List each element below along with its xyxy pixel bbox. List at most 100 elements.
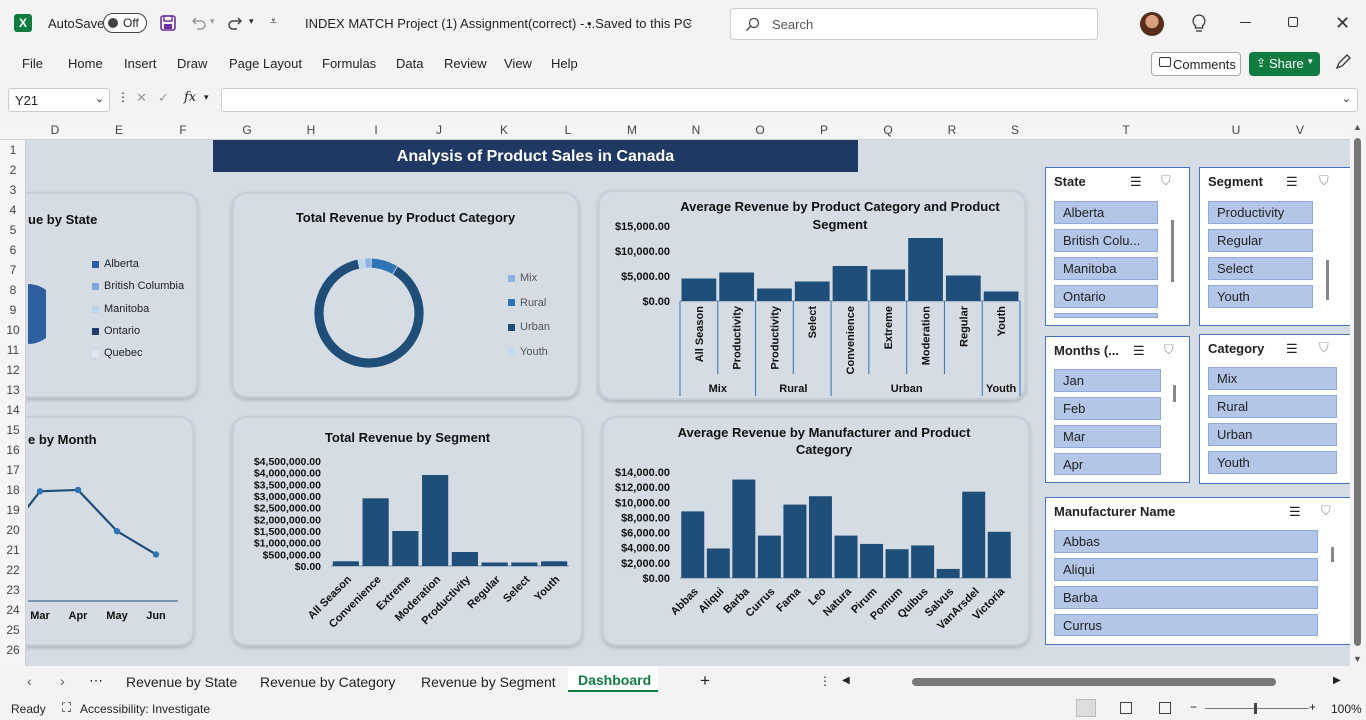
row-header[interactable]: 25 xyxy=(0,623,26,637)
column-header[interactable]: Q xyxy=(880,123,896,137)
row-header[interactable]: 10 xyxy=(0,323,26,337)
scroll-up-icon[interactable]: ▲ xyxy=(1353,122,1362,132)
scroll-down-icon[interactable]: ▼ xyxy=(1353,654,1362,664)
slicer-item-youth[interactable]: Youth xyxy=(1208,451,1337,474)
column-header[interactable]: G xyxy=(239,123,255,137)
column-header[interactable]: H xyxy=(303,123,319,137)
row-header[interactable]: 3 xyxy=(0,183,26,197)
multi-select-icon[interactable]: ☰ xyxy=(1130,174,1142,190)
zoom-level[interactable]: 100% xyxy=(1331,702,1362,716)
row-header[interactable]: 11 xyxy=(0,343,26,357)
multi-select-icon[interactable]: ☰ xyxy=(1133,343,1145,359)
row-header[interactable]: 20 xyxy=(0,523,26,537)
column-header[interactable]: M xyxy=(624,123,640,137)
row-header[interactable]: 17 xyxy=(0,463,26,477)
fx-chevron-icon[interactable]: ▾ xyxy=(204,92,209,103)
scroll-thumb[interactable] xyxy=(1354,138,1361,646)
slicer-item-abbas[interactable]: Abbas xyxy=(1054,530,1318,553)
cancel-formula-icon[interactable]: ✕ xyxy=(136,90,147,106)
slicer-item-rural[interactable]: Rural xyxy=(1208,395,1337,418)
slicer-item-aliqui[interactable]: Aliqui xyxy=(1054,558,1318,581)
slicer-item-british-columbia[interactable]: British Colu... xyxy=(1054,229,1158,252)
avatar[interactable] xyxy=(1140,12,1164,36)
slicer-item-youth[interactable]: Youth xyxy=(1208,285,1313,308)
card-revenue-by-category[interactable]: Total Revenue by Product Category Mix Rur… xyxy=(232,192,579,398)
menu-file[interactable]: File xyxy=(22,56,43,71)
fx-button[interactable]: fx xyxy=(184,90,196,105)
multi-select-icon[interactable]: ☰ xyxy=(1286,174,1298,190)
normal-view-icon[interactable] xyxy=(1076,699,1096,717)
more-options-icon[interactable]: ⋮ xyxy=(117,90,129,104)
hscroll-left-icon[interactable]: ◀ xyxy=(842,675,850,686)
clear-filter-icon[interactable]: ⛉ xyxy=(1319,173,1329,189)
card-revenue-by-segment[interactable]: Total Revenue by Segment $4,500,000.00 $4… xyxy=(232,416,583,646)
row-header[interactable]: 15 xyxy=(0,423,26,437)
row-header[interactable]: 5 xyxy=(0,223,26,237)
row-header[interactable]: 22 xyxy=(0,563,26,577)
row-header[interactable]: 9 xyxy=(0,303,26,317)
clear-filter-icon[interactable]: ⛉ xyxy=(1164,342,1174,358)
tab-revenue-by-state[interactable]: Revenue by State xyxy=(126,674,237,690)
row-header[interactable]: 24 xyxy=(0,603,26,617)
accessibility-status[interactable]: Accessibility: Investigate xyxy=(80,702,210,716)
tab-revenue-by-segment[interactable]: Revenue by Segment xyxy=(421,674,556,690)
row-header[interactable]: 4 xyxy=(0,203,26,217)
slicer-scrollbar[interactable] xyxy=(1326,260,1329,300)
row-header[interactable]: 23 xyxy=(0,583,26,597)
slicer-item-ontario[interactable]: Ontario xyxy=(1054,285,1158,308)
multi-select-icon[interactable]: ☰ xyxy=(1289,504,1301,520)
column-header[interactable]: P xyxy=(816,123,832,137)
menu-view[interactable]: View xyxy=(504,56,532,71)
row-header[interactable]: 16 xyxy=(0,443,26,457)
slicer-months[interactable]: Months (... ☰ ⛉ Jan Feb Mar Apr xyxy=(1045,336,1190,483)
column-header[interactable]: S xyxy=(1007,123,1023,137)
menu-help[interactable]: Help xyxy=(551,56,578,71)
column-header[interactable]: E xyxy=(111,123,127,137)
column-header[interactable]: V xyxy=(1292,123,1308,137)
tab-next-icon[interactable]: › xyxy=(60,673,65,689)
save-icon[interactable] xyxy=(159,14,177,32)
slicer-item-regular[interactable]: Regular xyxy=(1208,229,1313,252)
slicer-item-productivity[interactable]: Productivity xyxy=(1208,201,1313,224)
add-sheet-icon[interactable]: + xyxy=(700,671,710,691)
tab-more-icon[interactable]: ⋯ xyxy=(89,672,103,689)
undo-icon[interactable] xyxy=(190,15,206,31)
column-header[interactable]: T xyxy=(1118,123,1134,137)
autosave-toggle[interactable]: Off xyxy=(103,13,147,33)
menu-page-layout[interactable]: Page Layout xyxy=(229,56,302,71)
column-header[interactable]: I xyxy=(368,123,384,137)
zoom-in-icon[interactable]: + xyxy=(1309,700,1316,714)
column-header[interactable]: F xyxy=(175,123,191,137)
menu-insert[interactable]: Insert xyxy=(124,56,157,71)
slicer-scrollbar[interactable] xyxy=(1173,385,1176,402)
tab-revenue-by-category[interactable]: Revenue by Category xyxy=(260,674,395,690)
page-layout-view-icon[interactable] xyxy=(1120,702,1132,714)
clear-filter-icon[interactable]: ⛉ xyxy=(1319,340,1329,356)
pen-edit-icon[interactable] xyxy=(1334,54,1352,72)
menu-draw[interactable]: Draw xyxy=(177,56,207,71)
close-icon[interactable]: ✕ xyxy=(1335,13,1350,34)
column-header[interactable]: D xyxy=(47,123,63,137)
column-header[interactable]: U xyxy=(1228,123,1244,137)
hscroll-right-icon[interactable]: ▶ xyxy=(1333,675,1341,686)
slicer-item-mix[interactable]: Mix xyxy=(1208,367,1337,390)
slicer-scrollbar[interactable] xyxy=(1171,220,1174,282)
card-revenue-by-month[interactable]: e by Month Mar Apr May Jun xyxy=(26,416,194,646)
multi-select-icon[interactable]: ☰ xyxy=(1286,341,1298,357)
undo-dropdown-icon[interactable]: ▾ xyxy=(210,16,215,27)
dashboard-sheet[interactable]: Analysis of Product Sales in Canada ue b… xyxy=(26,140,1350,666)
row-header[interactable]: 13 xyxy=(0,383,26,397)
zoom-out-icon[interactable]: − xyxy=(1190,700,1197,714)
row-header[interactable]: 14 xyxy=(0,403,26,417)
slicer-item-alberta[interactable]: Alberta xyxy=(1054,201,1158,224)
card-revenue-by-state[interactable]: ue by State Alberta British Columbia Man… xyxy=(26,192,198,398)
minimize-icon[interactable] xyxy=(1240,22,1251,23)
slicer-manufacturer[interactable]: Manufacturer Name ☰ ⛉ Abbas Aliqui Barba… xyxy=(1045,497,1350,645)
column-header[interactable]: J xyxy=(431,123,447,137)
slicer-item-partial[interactable] xyxy=(1054,313,1158,318)
formula-input[interactable]: ⌄ xyxy=(221,88,1358,112)
card-avg-revenue-manufacturer[interactable]: Average Revenue by Manufacturer and Prod… xyxy=(602,416,1030,646)
share-button[interactable]: ⇪ Share ▾ xyxy=(1249,52,1320,76)
zoom-slider-thumb[interactable] xyxy=(1254,703,1257,714)
column-header[interactable]: O xyxy=(752,123,768,137)
